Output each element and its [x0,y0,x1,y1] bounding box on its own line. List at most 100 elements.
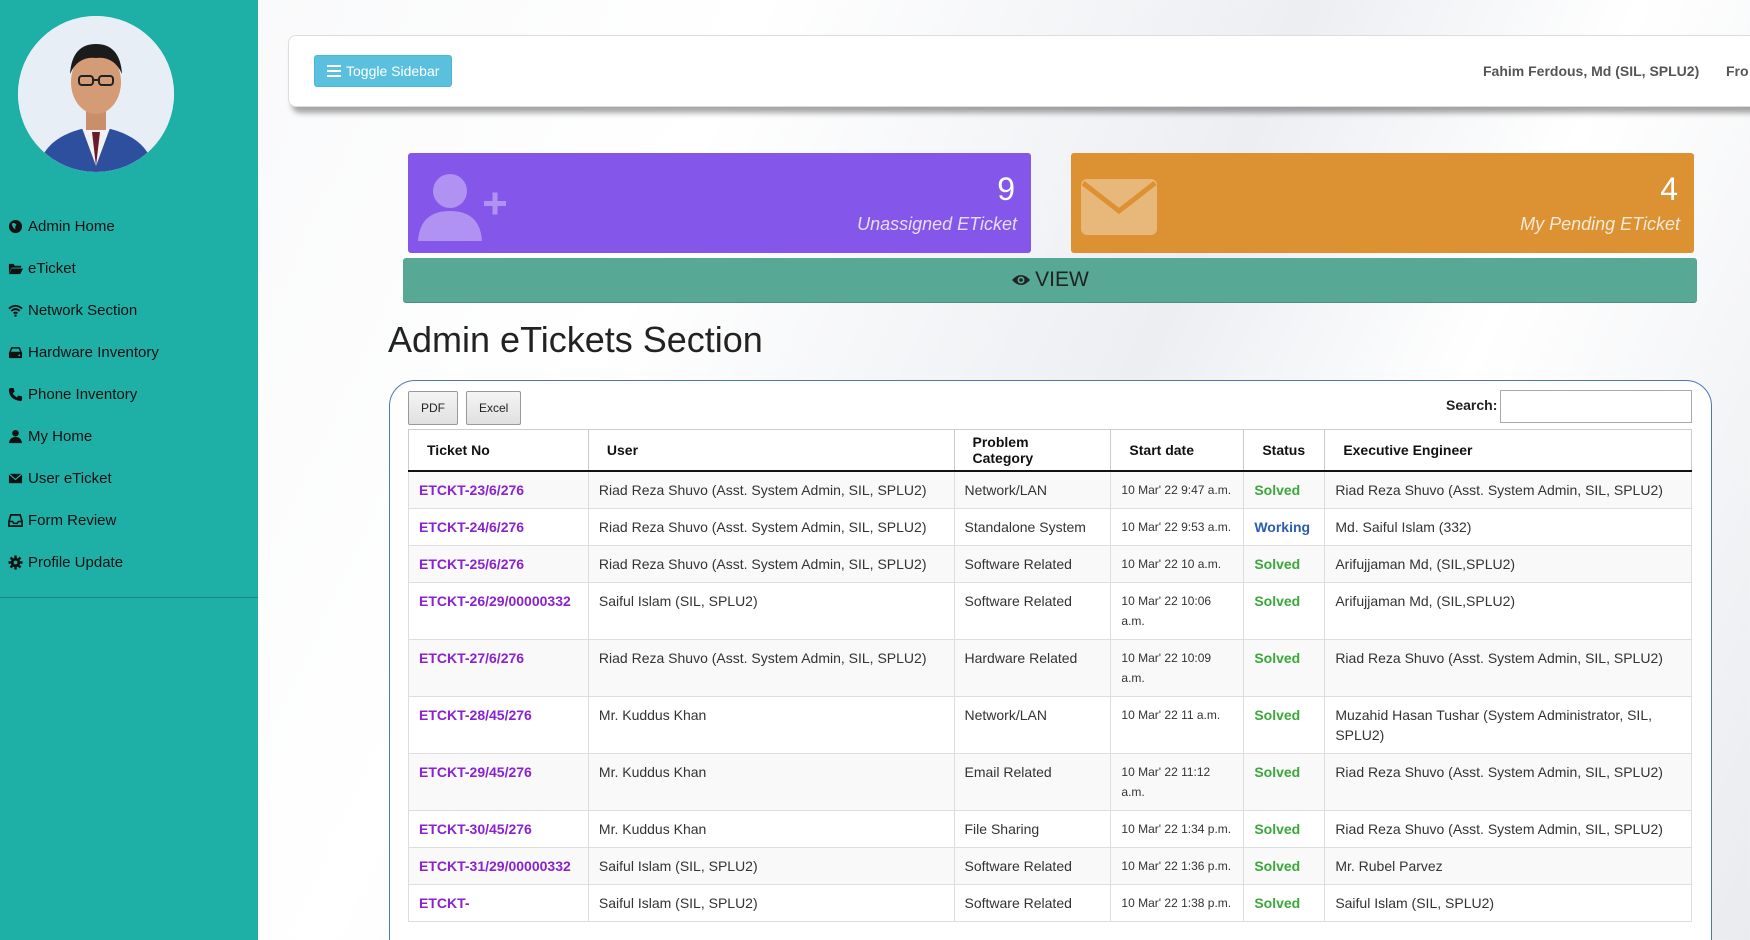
toggle-sidebar-label: Toggle Sidebar [346,63,440,79]
column-header-start-date[interactable]: Start date [1110,429,1245,472]
sidebar-item-hardware-inventory[interactable]: Hardware Inventory [0,331,258,373]
sidebar-item-label: User eTicket [28,469,112,487]
user-cell: Mr. Kuddus Khan [587,809,955,848]
date-cell: 10 Mar' 22 1:34 p.m. [1110,809,1245,848]
ticket-link[interactable]: ETCKT-28/45/276 [408,695,589,754]
user-cell: Saiful Islam (SIL, SPLU2) [587,846,955,885]
user-cell: Mr. Kuddus Khan [587,695,955,754]
table-row: ETCKT-25/6/276 Riad Reza Shuvo (Asst. Sys… [408,544,1692,583]
category-cell: Software Related [953,846,1112,885]
search-label: Search: [1446,397,1498,413]
folder-open-icon [8,260,26,276]
sidebar-item-eticket[interactable]: eTicket [0,247,258,289]
column-header-executive-engineer[interactable]: Executive Engineer [1324,429,1692,472]
table-row: ETCKT-31/29/00000332 Saiful Islam (SIL, S… [408,846,1692,885]
ticket-link[interactable]: ETCKT-31/29/00000332 [408,846,589,885]
status-cell: Solved [1243,846,1326,885]
export-pdf-button[interactable]: PDF [408,391,458,425]
export-excel-button[interactable]: Excel [466,391,522,425]
avatar[interactable] [18,16,174,172]
eye-icon [1012,275,1031,285]
list-icon [327,65,341,77]
status-cell: Solved [1243,470,1326,509]
globe-icon [8,218,26,234]
table-row: ETCKT- Saiful Islam (SIL, SPLU2) Software … [408,883,1692,922]
category-cell: Network/LAN [953,695,1112,754]
sidebar: Admin Home eTicket Network Section Hardw… [0,0,258,940]
user-cell: Riad Reza Shuvo (Asst. System Admin, SIL… [587,544,955,583]
engineer-cell: Riad Reza Shuvo (Asst. System Admin, SIL… [1324,809,1692,848]
category-cell: Standalone System [953,507,1112,546]
engineer-cell: Mr. Rubel Parvez [1324,846,1692,885]
category-cell: Hardware Related [953,638,1112,697]
date-cell: 10 Mar' 22 11 a.m. [1110,695,1245,754]
user-cell: Mr. Kuddus Khan [587,752,955,811]
ticket-link[interactable]: ETCKT-27/6/276 [408,638,589,697]
search-input[interactable] [1500,390,1692,423]
sidebar-item-admin-home[interactable]: Admin Home [0,205,258,247]
category-cell: Software Related [953,544,1112,583]
topbar-extra-link[interactable]: Fro [1726,63,1749,79]
unassigned-eticket-card[interactable]: 9 Unassigned ETicket [408,153,1031,253]
status-cell: Solved [1243,581,1326,640]
sidebar-item-label: Phone Inventory [28,385,138,403]
gear-icon [8,554,26,570]
column-header-user[interactable]: User [587,429,955,472]
user-cell: Saiful Islam (SIL, SPLU2) [587,883,955,922]
user-cell: Riad Reza Shuvo (Asst. System Admin, SIL… [587,638,955,697]
ticket-link[interactable]: ETCKT-29/45/276 [408,752,589,811]
sidebar-item-label: Admin Home [28,217,115,235]
sidebar-item-my-home[interactable]: My Home [0,415,258,457]
status-cell: Solved [1243,752,1326,811]
table-body: ETCKT-23/6/276 Riad Reza Shuvo (Asst. Sys… [408,470,1692,922]
unassigned-count: 9 [997,171,1015,207]
sidebar-item-phone-inventory[interactable]: Phone Inventory [0,373,258,415]
phone-icon [8,386,26,402]
sidebar-item-label: Profile Update [28,553,124,571]
engineer-cell: Arifujjaman Md, (SIL,SPLU2) [1324,581,1692,640]
status-cell: Solved [1243,809,1326,848]
ticket-link[interactable]: ETCKT- [408,883,589,922]
pending-count: 4 [1660,171,1678,207]
current-user-name[interactable]: Fahim Ferdous, Md (SIL, SPLU2) [1483,63,1699,79]
ticket-link[interactable]: ETCKT-25/6/276 [408,544,589,583]
ticket-link[interactable]: ETCKT-30/45/276 [408,809,589,848]
unassigned-label: Unassigned ETicket [857,214,1017,234]
envelope-icon [8,470,26,486]
column-header-status[interactable]: Status [1243,429,1326,472]
column-header-problem-category[interactable]: Problem Category [953,429,1112,472]
top-navbar: Toggle Sidebar Fahim Ferdous, Md (SIL, S… [288,35,1750,107]
toggle-sidebar-button[interactable]: Toggle Sidebar [314,55,453,87]
pending-eticket-card[interactable]: 4 My Pending ETicket [1071,153,1694,253]
engineer-cell: Riad Reza Shuvo (Asst. System Admin, SIL… [1324,638,1692,697]
view-button[interactable]: VIEW [403,258,1697,303]
engineer-cell: Riad Reza Shuvo (Asst. System Admin, SIL… [1324,752,1692,811]
hdd-icon [8,344,26,360]
sidebar-item-label: eTicket [28,259,76,277]
ticket-link[interactable]: ETCKT-23/6/276 [408,470,589,509]
date-cell: 10 Mar' 22 1:38 p.m. [1110,883,1245,922]
column-header-ticket-no[interactable]: Ticket No [408,429,589,472]
status-cell: Solved [1243,544,1326,583]
sidebar-item-network-section[interactable]: Network Section [0,289,258,331]
sidebar-item-user-eticket[interactable]: User eTicket [0,457,258,499]
status-cell: Working [1243,507,1326,546]
page-title: Admin eTickets Section [388,319,763,360]
user-icon [8,428,26,444]
view-label: VIEW [1035,268,1089,291]
sidebar-item-label: Form Review [28,511,117,529]
status-cell: Solved [1243,638,1326,697]
sidebar-item-label: Network Section [28,301,138,319]
table-row: ETCKT-23/6/276 Riad Reza Shuvo (Asst. Sys… [408,470,1692,509]
sidebar-item-label: My Home [28,427,93,445]
ticket-link[interactable]: ETCKT-24/6/276 [408,507,589,546]
sidebar-item-form-review[interactable]: Form Review [0,499,258,541]
sidebar-item-profile-update[interactable]: Profile Update [0,541,258,583]
ticket-link[interactable]: ETCKT-26/29/00000332 [408,581,589,640]
date-cell: 10 Mar' 22 10 a.m. [1110,544,1245,583]
date-cell: 10 Mar' 22 10:09 a.m. [1110,638,1245,697]
table-row: ETCKT-29/45/276 Mr. Kuddus Khan Email Rela… [408,752,1692,811]
wifi-icon [8,302,26,318]
envelope-icon [1081,179,1157,235]
table-row: ETCKT-24/6/276 Riad Reza Shuvo (Asst. Sys… [408,507,1692,546]
